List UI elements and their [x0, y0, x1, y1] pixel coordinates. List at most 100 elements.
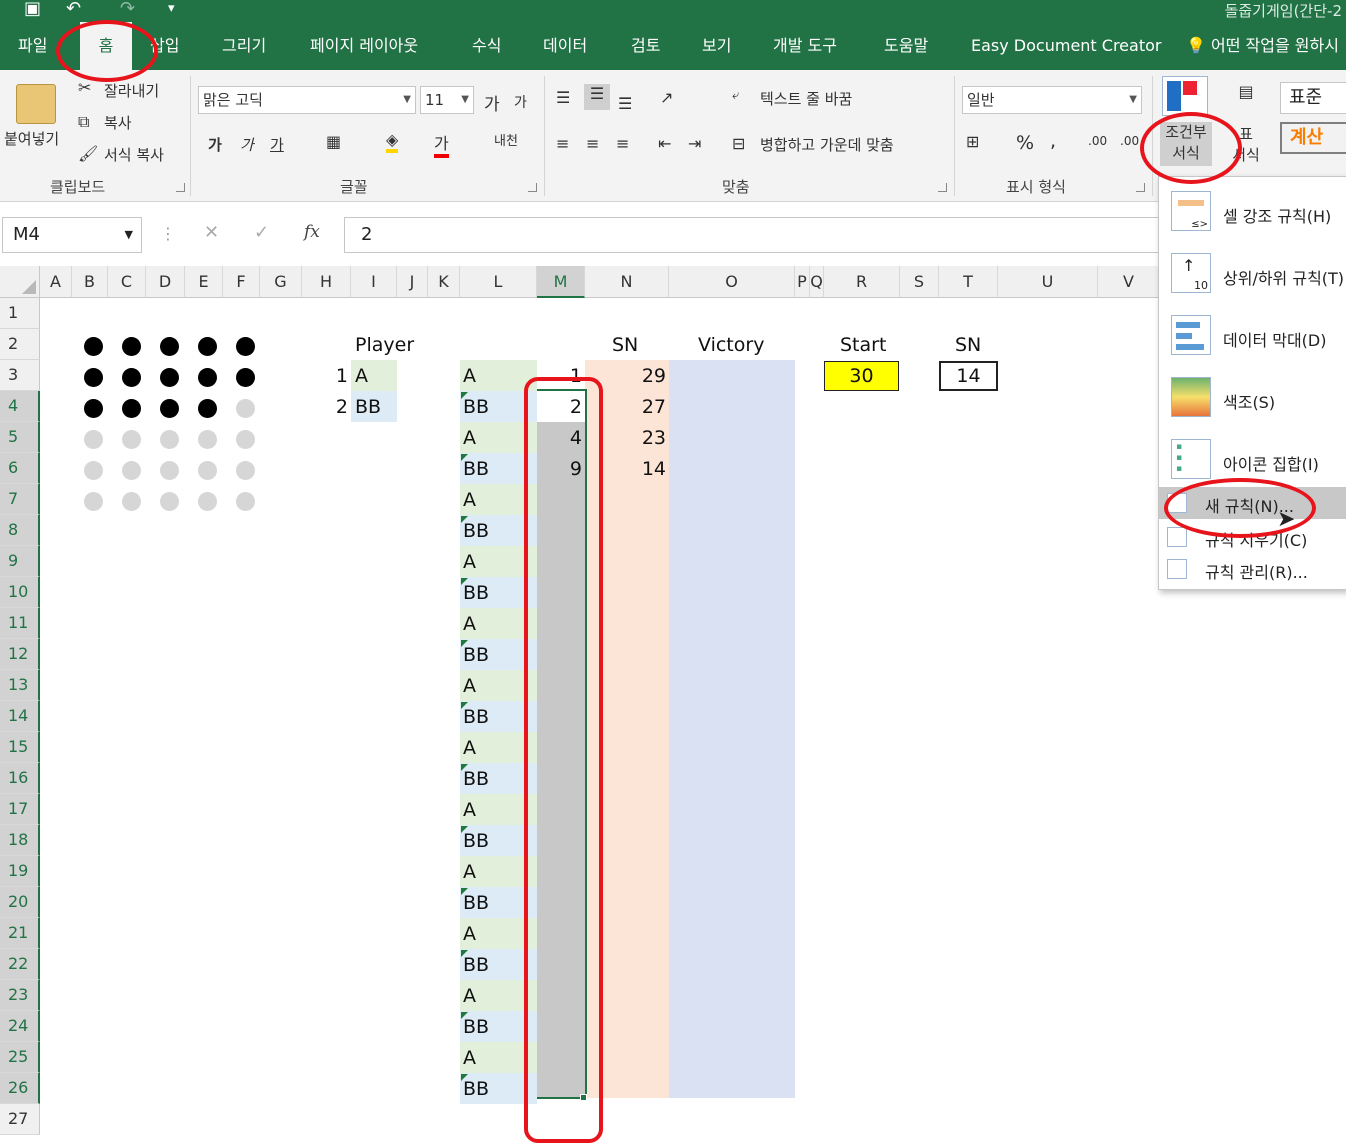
align-center-icon[interactable]: ≡: [586, 134, 599, 153]
format-painter-icon[interactable]: 🖌: [78, 144, 98, 163]
col-l-cell[interactable]: A: [463, 919, 476, 949]
column-header-k[interactable]: K: [428, 266, 460, 298]
fill-color-icon[interactable]: ◈: [386, 130, 399, 153]
formula-input[interactable]: 2: [344, 217, 1160, 253]
menu-item-color-scales[interactable]: 색조(S): [1159, 369, 1346, 429]
col-l-cell[interactable]: A: [463, 361, 476, 391]
row-header-5[interactable]: 5: [0, 422, 40, 453]
row-header-16[interactable]: 16: [0, 763, 40, 794]
tell-me-search[interactable]: 💡 어떤 작업을 원하시: [1186, 22, 1339, 70]
underline-button[interactable]: 가: [270, 134, 284, 155]
paste-button[interactable]: 붙여넣기: [4, 128, 59, 149]
customize-qat-icon[interactable]: ▾: [168, 0, 175, 18]
accounting-format-icon[interactable]: ⊞: [966, 132, 979, 151]
increase-indent-icon[interactable]: ⇥: [688, 134, 701, 153]
col-l-cell[interactable]: A: [463, 423, 476, 453]
merge-center-button[interactable]: 병합하고 가운데 맞춤: [760, 134, 894, 155]
wrap-text-button[interactable]: 텍스트 줄 바꿈: [760, 88, 852, 109]
number-launcher-icon[interactable]: [1136, 183, 1145, 192]
alignment-launcher-icon[interactable]: [938, 183, 947, 192]
tab-developer[interactable]: 개발 도구: [773, 22, 837, 70]
name-box[interactable]: M4 ▼: [2, 217, 142, 253]
col-l-cell[interactable]: A: [463, 485, 476, 515]
row-header-24[interactable]: 24: [0, 1011, 40, 1042]
col-l-cell[interactable]: A: [463, 857, 476, 887]
column-header-s[interactable]: S: [900, 266, 939, 298]
decrease-decimal-button[interactable]: .00: [1120, 134, 1139, 148]
row-header-21[interactable]: 21: [0, 918, 40, 949]
column-header-q[interactable]: Q: [810, 266, 824, 298]
row-header-26[interactable]: 26: [0, 1073, 40, 1104]
tab-view[interactable]: 보기: [702, 22, 731, 70]
row-header-7[interactable]: 7: [0, 484, 40, 515]
format-painter-button[interactable]: 서식 복사: [104, 144, 164, 165]
wrap-text-icon[interactable]: ⤶: [732, 88, 739, 103]
align-bottom-icon[interactable]: ☰: [618, 94, 632, 113]
row-header-2[interactable]: 2: [0, 329, 40, 360]
font-size-dropdown[interactable]: 11 ▼: [420, 86, 474, 114]
percent-button[interactable]: %: [1016, 132, 1034, 154]
undo-icon[interactable]: ↶: [66, 0, 81, 18]
column-header-f[interactable]: F: [223, 266, 260, 298]
increase-font-button[interactable]: 가: [484, 90, 500, 115]
align-right-icon[interactable]: ≡: [616, 134, 629, 153]
sn-value-cell[interactable]: 14: [939, 361, 998, 391]
col-l-cell[interactable]: A: [463, 1043, 476, 1073]
tab-formulas[interactable]: 수식: [472, 22, 501, 70]
column-header-l[interactable]: L: [460, 266, 537, 298]
tab-review[interactable]: 검토: [631, 22, 660, 70]
row-header-11[interactable]: 11: [0, 608, 40, 639]
decrease-indent-icon[interactable]: ⇤: [658, 134, 671, 153]
row-header-8[interactable]: 8: [0, 515, 40, 546]
column-header-i[interactable]: I: [351, 266, 397, 298]
number-format-dropdown[interactable]: 일반 ▼: [962, 86, 1142, 114]
row-header-10[interactable]: 10: [0, 577, 40, 608]
font-name-dropdown[interactable]: 맑은 고딕 ▼: [198, 86, 416, 114]
start-value-cell[interactable]: 30: [824, 361, 899, 391]
row-header-15[interactable]: 15: [0, 732, 40, 763]
chevron-down-icon[interactable]: ▼: [125, 218, 133, 252]
merge-center-icon[interactable]: ⊟: [732, 134, 745, 153]
column-header-u[interactable]: U: [998, 266, 1098, 298]
col-l-cell[interactable]: A: [463, 609, 476, 639]
decrease-font-button[interactable]: 가: [514, 92, 527, 112]
enter-icon[interactable]: ✓: [254, 222, 269, 243]
orientation-icon[interactable]: ↗: [660, 88, 673, 107]
row-header-19[interactable]: 19: [0, 856, 40, 887]
increase-decimal-button[interactable]: .00: [1088, 134, 1107, 148]
row-header-9[interactable]: 9: [0, 546, 40, 577]
tab-easy-document-creator[interactable]: Easy Document Creator: [971, 22, 1161, 70]
column-header-g[interactable]: G: [260, 266, 302, 298]
row-header-4[interactable]: 4: [0, 391, 40, 422]
column-header-o[interactable]: O: [669, 266, 795, 298]
column-header-n[interactable]: N: [585, 266, 669, 298]
copy-button[interactable]: 복사: [104, 112, 132, 133]
italic-button[interactable]: 가: [240, 134, 254, 155]
column-header-h[interactable]: H: [302, 266, 351, 298]
row-header-22[interactable]: 22: [0, 949, 40, 980]
menu-item-manage-rules[interactable]: 규칙 관리(R)...: [1159, 553, 1346, 585]
col-l-cell[interactable]: A: [463, 981, 476, 1011]
menu-item-top-bottom-rules[interactable]: ↑ 10 상위/하위 규칙(T): [1159, 245, 1346, 305]
tab-help[interactable]: 도움말: [884, 22, 928, 70]
tab-draw[interactable]: 그리기: [222, 22, 266, 70]
col-l-cell[interactable]: A: [463, 733, 476, 763]
column-header-d[interactable]: D: [146, 266, 185, 298]
tab-data[interactable]: 데이터: [543, 22, 587, 70]
save-icon[interactable]: ▣: [24, 0, 41, 18]
column-header-e[interactable]: E: [185, 266, 223, 298]
row-header-14[interactable]: 14: [0, 701, 40, 732]
row-header-20[interactable]: 20: [0, 887, 40, 918]
row-header-6[interactable]: 6: [0, 453, 40, 484]
font-color-icon[interactable]: 가: [434, 130, 449, 158]
format-as-table-icon[interactable]: ▤: [1226, 82, 1266, 118]
col-l-cell[interactable]: A: [463, 671, 476, 701]
borders-icon[interactable]: ▦: [326, 132, 341, 151]
col-l-cell[interactable]: A: [463, 795, 476, 825]
align-left-icon[interactable]: ≡: [556, 134, 569, 153]
row-header-18[interactable]: 18: [0, 825, 40, 856]
tab-page-layout[interactable]: 페이지 레이아웃: [310, 22, 418, 70]
row-header-1[interactable]: 1: [0, 298, 40, 329]
cut-button[interactable]: 잘라내기: [104, 80, 159, 101]
align-middle-icon[interactable]: ☰: [584, 84, 610, 110]
